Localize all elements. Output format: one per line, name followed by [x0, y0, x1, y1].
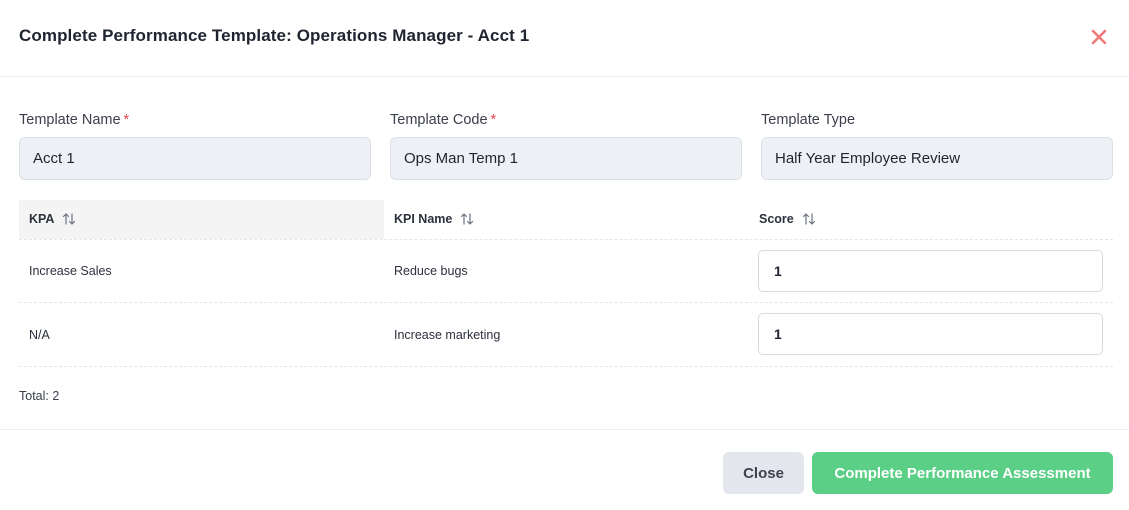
- sort-arrows-icon[interactable]: [460, 212, 474, 226]
- required-marker: *: [490, 112, 497, 128]
- template-name-field[interactable]: Acct 1: [19, 137, 371, 180]
- kpa-cell: Increase Sales: [29, 264, 112, 278]
- complete-assessment-button[interactable]: Complete Performance Assessment: [812, 452, 1113, 494]
- template-name-label-text: Template Name: [19, 112, 121, 128]
- footer-divider: [0, 429, 1129, 430]
- column-header-label: Score: [759, 212, 794, 226]
- performance-template-dialog: Complete Performance Template: Operation…: [0, 0, 1129, 510]
- column-header-kpi-name[interactable]: KPI Name: [394, 212, 474, 226]
- required-marker: *: [123, 112, 130, 128]
- column-header-kpa[interactable]: KPA: [29, 212, 76, 226]
- template-code-field[interactable]: Ops Man Temp 1: [390, 137, 742, 180]
- dialog-header: Complete Performance Template: Operation…: [0, 0, 1129, 77]
- column-header-label: KPI Name: [394, 212, 453, 226]
- table-total: Total: 2: [19, 389, 60, 403]
- column-header-score[interactable]: Score: [759, 212, 816, 226]
- sort-arrows-icon[interactable]: [802, 212, 816, 226]
- column-header-label: KPA: [29, 212, 55, 226]
- template-code-label: Template Code *: [390, 112, 496, 128]
- kpi-name-cell: Reduce bugs: [394, 264, 468, 278]
- close-icon[interactable]: [1088, 26, 1110, 48]
- template-type-label: Template Type: [761, 112, 856, 128]
- dialog-title: Complete Performance Template: Operation…: [19, 26, 530, 45]
- sort-arrows-icon[interactable]: [62, 212, 76, 226]
- template-name-label: Template Name *: [19, 112, 129, 128]
- kpa-cell: N/A: [29, 328, 50, 342]
- kpi-name-cell: Increase marketing: [394, 328, 501, 342]
- row-divider: [19, 302, 1113, 303]
- template-code-label-text: Template Code: [390, 112, 488, 128]
- row-divider: [19, 239, 1113, 240]
- score-input[interactable]: 1: [758, 250, 1103, 292]
- close-button[interactable]: Close: [723, 452, 804, 494]
- score-input[interactable]: 1: [758, 313, 1103, 355]
- row-divider: [19, 366, 1113, 367]
- template-type-field[interactable]: Half Year Employee Review: [761, 137, 1113, 180]
